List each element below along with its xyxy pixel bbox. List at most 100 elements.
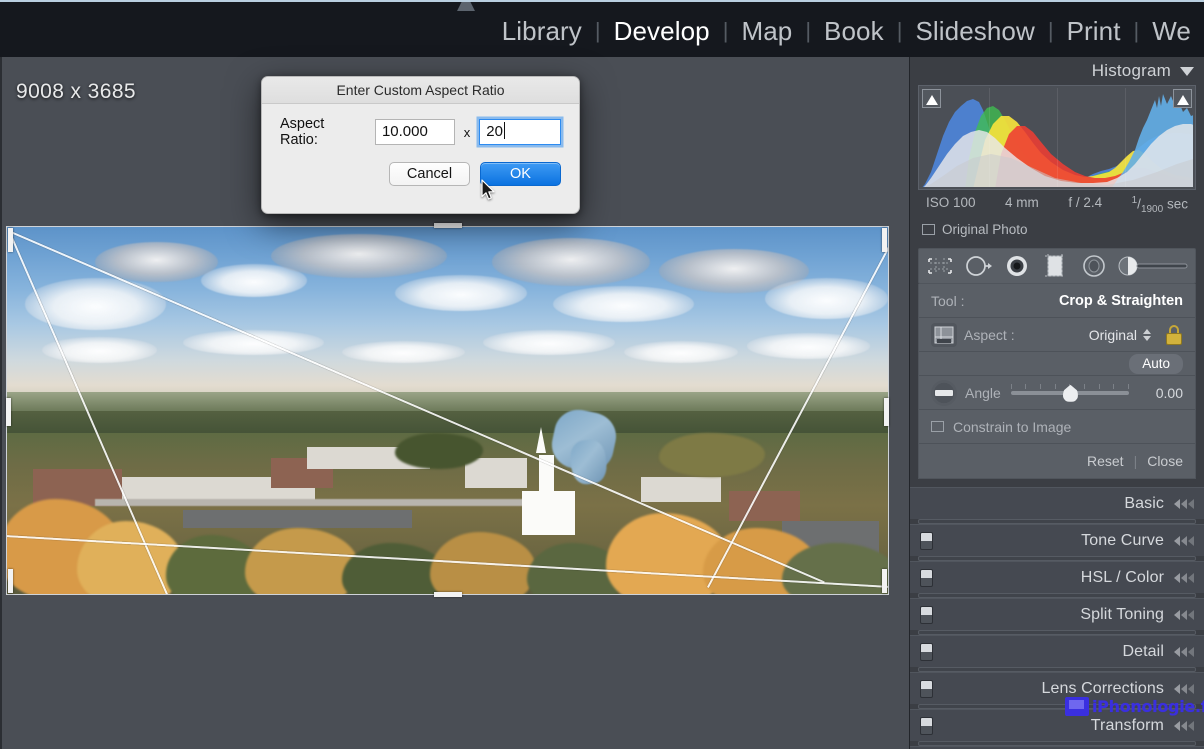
photo-content [7,227,888,594]
aspect-width-input[interactable]: 10.000 [374,119,455,145]
aspect-label: Aspect : [964,326,1015,343]
auto-straighten-button[interactable]: Auto [1129,354,1183,375]
module-picker: Library | Develop | Map | Book | Slidesh… [489,12,1204,50]
reset-close-row: Reset | Close [919,444,1195,478]
exif-metadata-row: ISO 100 4 mm f / 2.4 1/1900 sec [910,190,1204,218]
reset-button[interactable]: Reset [1087,453,1124,469]
crop-handle-bottom-middle[interactable] [434,592,462,597]
spot-removal-tool[interactable] [963,252,993,280]
crop-handle-bottom-right[interactable] [882,569,887,593]
collapse-arrow-icon[interactable] [1174,498,1194,509]
panel-switch[interactable] [920,605,933,624]
cloud [764,278,888,319]
graduated-filter-tool[interactable] [1040,252,1070,280]
chevron-updown-icon[interactable] [1143,328,1151,341]
angle-value[interactable]: 0.00 [1139,385,1183,401]
collapse-arrow-icon[interactable] [1174,572,1194,583]
custom-aspect-ratio-dialog: Enter Custom Aspect Ratio Aspect Ratio: … [261,76,580,214]
module-print[interactable]: Print [1054,12,1134,50]
collapse-arrow-icon[interactable] [1174,535,1194,546]
lock-aspect-icon[interactable] [1165,324,1183,345]
collapse-arrow-icon[interactable] [1174,720,1194,731]
highlight-clipping-indicator[interactable] [1173,89,1192,108]
dialog-buttons: Cancel OK [280,162,561,186]
red-eye-correction-tool[interactable] [1002,252,1032,280]
close-button[interactable]: Close [1147,453,1183,469]
panel-label: Lens Corrections [1041,679,1164,697]
photo-preview[interactable] [6,226,889,595]
crop-overlay-tool[interactable] [925,252,955,280]
panel-detail[interactable]: Detail [910,635,1204,668]
module-library[interactable]: Library [489,12,595,50]
collapse-arrow-icon[interactable] [1174,609,1194,620]
aspect-height-input[interactable]: 20 [479,119,561,145]
module-web[interactable]: We [1139,12,1204,50]
cloud [491,238,651,286]
angle-row: Angle 0.00 [919,376,1195,411]
radial-filter-tool[interactable] [1079,252,1109,280]
aspect-height-value: 20 [486,123,503,140]
crop-handle-top-right[interactable] [882,228,887,252]
right-panel: Histogram ISO 100 4 mm f / 2.4 1/1900 se… [909,57,1204,749]
road [95,498,554,506]
panel-lens-corrections[interactable]: Lens Corrections [910,672,1204,705]
panel-hsl-color[interactable]: HSL / Color [910,561,1204,594]
histogram-header[interactable]: Histogram [910,57,1204,85]
panel-switch[interactable] [920,716,933,735]
module-develop[interactable]: Develop [601,12,723,50]
panel-label: Split Toning [1080,605,1164,623]
angle-slider[interactable] [1010,383,1129,402]
building [183,509,413,528]
panel-switch[interactable] [920,679,933,698]
lightroom-develop-window: Library | Develop | Map | Book | Slidesh… [0,0,1204,749]
crop-handle-top-left[interactable] [8,228,13,252]
panel-transform[interactable]: Transform [910,709,1204,742]
module-slideshow[interactable]: Slideshow [902,12,1047,50]
collapse-arrow-icon[interactable] [1174,683,1194,694]
angle-label: Angle [965,384,1001,401]
collapse-arrow-icon[interactable] [1174,646,1194,657]
building [641,476,721,503]
constrain-to-image-row[interactable]: Constrain to Image [919,410,1195,445]
crop-handle-top-middle[interactable] [434,223,462,228]
panel-label: Detail [1122,642,1164,660]
building [465,458,527,488]
crop-handle-left-middle[interactable] [6,398,11,426]
top-panel-toggle-icon[interactable] [457,2,475,11]
panel-switch[interactable] [920,642,933,661]
cancel-button[interactable]: Cancel [389,162,470,186]
module-book[interactable]: Book [811,12,897,50]
panel-split-toning[interactable]: Split Toning [910,598,1204,631]
crop-handle-right-middle[interactable] [884,398,889,426]
panel-tone-curve[interactable]: Tone Curve [910,524,1204,557]
histogram-canvas [921,88,1193,187]
aspect-row[interactable]: Aspect : Original [919,318,1195,353]
aspect-ratio-icon [931,322,957,347]
cloud [553,285,695,323]
module-map[interactable]: Map [728,12,805,50]
iso-value: ISO 100 [926,195,976,210]
left-panel-edge [0,57,2,749]
checkbox-icon[interactable] [931,421,944,433]
develop-panel-list: Basic Tone Curve HSL / Color Split Tonin… [910,487,1204,749]
crop-handle-bottom-left[interactable] [8,569,13,593]
chevron-down-icon[interactable] [1180,66,1194,76]
panel-basic[interactable]: Basic [910,487,1204,520]
histogram-title: Histogram [1091,61,1171,80]
panel-switch[interactable] [920,531,933,550]
level-icon [931,379,957,406]
adjustment-brush-tool[interactable] [1117,252,1189,280]
foliage [394,432,483,470]
dialog-body: Aspect Ratio: 10.000 x 20 Cancel OK [262,104,579,186]
aspect-value[interactable]: Original [1089,327,1137,343]
panel-label: HSL / Color [1080,568,1164,586]
crop-straighten-panel: Tool : Crop & Straighten Aspect : Origin… [918,284,1196,480]
auto-angle-row: Auto [919,352,1195,377]
crop-overlay-area[interactable] [6,223,889,597]
histogram-widget[interactable] [918,85,1196,190]
checkbox-icon[interactable] [922,224,935,236]
original-photo-toggle[interactable]: Original Photo [910,218,1204,244]
panel-switch[interactable] [920,568,933,587]
button-separator: | [1133,453,1138,470]
shadow-clipping-indicator[interactable] [922,89,941,108]
